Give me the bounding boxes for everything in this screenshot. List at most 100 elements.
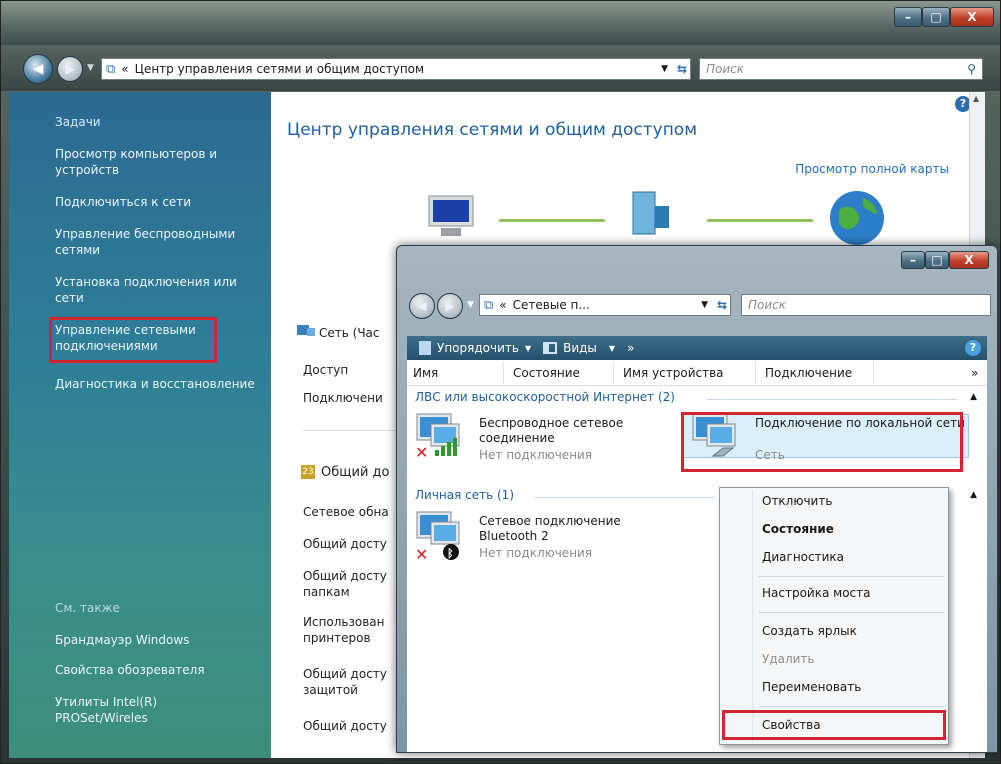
task-setup-connection[interactable]: Установка подключения или сети [55,274,265,306]
col-name[interactable]: Имя [413,366,438,380]
wireless-adapter-icon: ✕ [415,413,460,460]
chevron-down-icon[interactable]: ▼ [661,64,668,74]
views-label: Виды [563,341,597,355]
tasks-header: Задачи [55,115,101,129]
sharing-row[interactable]: Общий досту защитой [303,666,399,700]
minimize-button[interactable]: – [901,251,925,269]
column-divider[interactable] [613,362,614,384]
highlight-box [49,317,217,363]
help-icon[interactable]: ? [965,340,981,356]
back-icon[interactable]: ◀ [409,293,435,319]
sharing-row[interactable]: Общий досту папкам [303,568,399,602]
breadcrumb-overflow[interactable]: « [121,62,128,76]
caption-buttons: – □ X [894,7,994,27]
col-status[interactable]: Состояние [513,366,580,380]
network-connections-icon: ⧉ [484,297,494,313]
forward-icon[interactable]: ▶ [57,56,83,82]
connection-status: Нет подключения [479,448,593,462]
close-button[interactable]: X [950,7,994,27]
sharing-icon: 23 [301,465,315,479]
scroll-up-icon[interactable]: ▲ [973,94,979,103]
col-connection[interactable]: Подключение [765,366,852,380]
link-firewall[interactable]: Брандмауэр Windows [55,632,265,648]
refresh-icon[interactable]: ⇆ [677,62,687,76]
svg-text:✕: ✕ [415,443,428,460]
link-intel-proset[interactable]: Утилиты Intel(R) PROSet/Wireles [55,694,195,726]
group-header-pan[interactable]: Личная сеть (1) [415,488,514,502]
sharing-header: Общий до [321,465,390,480]
forward-icon[interactable]: ▶ [437,293,463,319]
breadcrumb[interactable]: Сетевые п... [513,298,590,312]
menu-status[interactable]: Состояние [762,522,834,536]
address-field[interactable]: ⧉ « Сетевые п... ▼ ⇆ [479,294,731,316]
internet-globe-icon[interactable] [827,188,887,248]
recent-pages-icon[interactable]: ▼ [87,63,94,73]
connection-name: Беспроводное сетевое соединение [479,416,624,445]
minimize-button[interactable]: – [894,7,922,27]
chevron-down-icon[interactable]: ▼ [701,300,708,310]
title-bar[interactable]: – □ X [1,1,1000,45]
sharing-row[interactable]: Использован принтеров [303,614,399,648]
maximize-button[interactable]: □ [925,251,949,269]
search-input[interactable]: Поиск ⚲ [699,58,983,80]
task-connect-network[interactable]: Подключиться к сети [55,194,265,210]
sharing-row[interactable]: Общий досту [303,536,399,552]
recent-pages-icon[interactable]: ▼ [467,300,474,310]
sharing-row[interactable]: Сетевое обна [303,504,399,520]
link-internet-options[interactable]: Свойства обозревателя [55,662,265,678]
task-view-computers[interactable]: Просмотр компьютеров и устройств [55,146,265,178]
column-divider[interactable] [755,362,756,384]
views-button[interactable]: Виды ▼ [543,341,615,355]
views-icon [543,342,558,354]
address-field[interactable]: ⧉ « Центр управления сетями и общим дост… [101,58,691,80]
search-icon[interactable]: ⚲ [967,62,976,76]
menu-disable[interactable]: Отключить [762,494,832,508]
map-link-line [499,219,605,222]
network-sign-icon [297,325,315,336]
full-map-link[interactable]: Просмотр полной карты [795,162,949,176]
maximize-button[interactable]: □ [922,7,950,27]
search-placeholder: Поиск [706,62,745,76]
network-center-icon: ⧉ [106,61,116,77]
menu-bridge[interactable]: Настройка моста [762,586,870,600]
breadcrumb[interactable]: Центр управления сетями и общим доступом [135,62,424,76]
back-icon[interactable]: ◀ [23,54,53,84]
column-divider[interactable] [503,362,504,384]
highlight-box [722,710,946,740]
col-device[interactable]: Имя устройства [623,366,724,380]
sharing-row[interactable]: Общий досту [303,718,399,734]
menu-gutter [752,490,753,742]
menu-rename[interactable]: Переименовать [762,680,861,694]
column-divider[interactable] [873,362,874,384]
chevron-down-icon: ▼ [524,343,532,353]
collapse-icon[interactable]: ▲ [970,392,977,402]
menu-separator [758,576,944,577]
address-bar: ◀ ▶ ▼ ⧉ « Центр управления сетями и общи… [1,45,1000,91]
breadcrumb-overflow[interactable]: « [499,298,506,312]
computer-icon[interactable] [421,192,481,242]
task-pane: Задачи Просмотр компьютеров и устройств … [9,92,271,758]
menu-separator [758,612,944,613]
more-columns[interactable]: » [971,366,978,380]
highlight-box [681,412,963,472]
search-input[interactable]: Поиск [741,294,991,316]
task-manage-wireless[interactable]: Управление беспроводными сетями [55,226,265,258]
refresh-icon[interactable]: ⇆ [717,298,727,312]
organize-label: Упорядочить [437,341,519,355]
network-icon[interactable] [621,188,675,242]
menu-diagnose[interactable]: Диагностика [762,550,844,564]
menu-create-shortcut[interactable]: Создать ярлык [762,624,857,638]
organize-button[interactable]: Упорядочить ▼ [419,341,531,355]
organize-icon [419,341,431,355]
access-label: Доступ [303,363,349,377]
collapse-icon[interactable]: ▲ [970,490,977,500]
group-line [535,497,715,498]
close-button[interactable]: X [949,251,989,269]
menu-delete: Удалить [762,652,815,666]
divider [303,430,403,431]
group-header-lan[interactable]: ЛВС или высокоскоростной Интернет (2) [415,390,675,404]
more-button[interactable]: » [627,341,634,355]
task-diagnostics[interactable]: Диагностика и восстановление [55,376,265,392]
toolbar: Упорядочить ▼ Виды ▼ » ? [407,336,987,360]
group-line [707,399,957,400]
